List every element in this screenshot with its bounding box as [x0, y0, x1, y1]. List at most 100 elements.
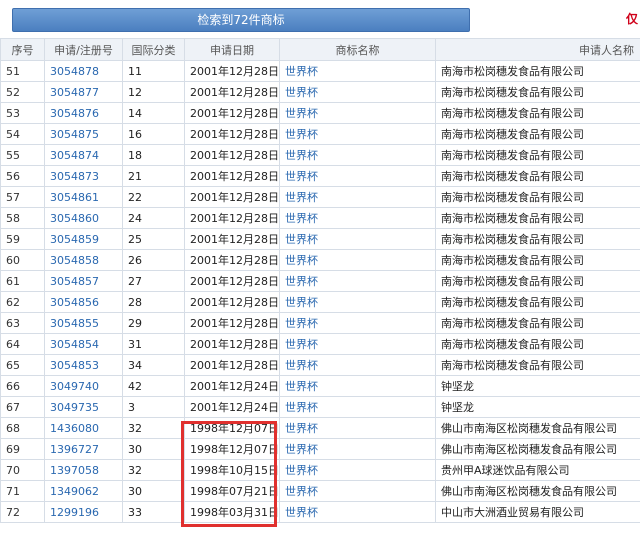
- row-index: 52: [0, 81, 45, 103]
- row-index: 54: [0, 123, 45, 145]
- registration-number-link[interactable]: 1436080: [44, 417, 123, 439]
- trademark-name-link[interactable]: 世界杯: [279, 60, 436, 82]
- table-row[interactable]: 57 3054861 22 2001年12月28日 世界杯 南海市松岗穗发食品有限公司: [0, 186, 640, 208]
- trademark-name-link[interactable]: 世界杯: [279, 501, 436, 523]
- applicant-name: 佛山市南海区松岗穗发食品有限公司: [435, 480, 640, 502]
- table-row[interactable]: 64 3054854 31 2001年12月28日 世界杯 南海市松岗穗发食品有限公司: [0, 333, 640, 355]
- table-row[interactable]: 65 3054853 34 2001年12月28日 世界杯 南海市松岗穗发食品有限公司: [0, 354, 640, 376]
- registration-number-link[interactable]: 3054874: [44, 144, 123, 166]
- registration-number-link[interactable]: 3054875: [44, 123, 123, 145]
- registration-number-link[interactable]: 3054860: [44, 207, 123, 229]
- trademark-name-link[interactable]: 世界杯: [279, 375, 436, 397]
- col-header-mark-name[interactable]: 商标名称: [279, 38, 436, 61]
- applicant-name: 南海市松岗穗发食品有限公司: [435, 165, 640, 187]
- applicant-name: 南海市松岗穗发食品有限公司: [435, 354, 640, 376]
- registration-number-link[interactable]: 3054854: [44, 333, 123, 355]
- registration-number-link[interactable]: 1299196: [44, 501, 123, 523]
- table-row[interactable]: 70 1397058 32 1998年10月15日 世界杯 贵州甲A球迷饮品有限公司: [0, 459, 640, 481]
- registration-number-link[interactable]: 3054859: [44, 228, 123, 250]
- application-date: 2001年12月28日: [184, 165, 280, 187]
- trademark-name-link[interactable]: 世界杯: [279, 333, 436, 355]
- registration-number-link[interactable]: 3054853: [44, 354, 123, 376]
- application-date: 1998年12月07日: [184, 417, 280, 439]
- registration-number-link[interactable]: 3049740: [44, 375, 123, 397]
- col-header-reg-no[interactable]: 申请/注册号: [44, 38, 123, 61]
- trademark-name-link[interactable]: 世界杯: [279, 81, 436, 103]
- application-date: 2001年12月28日: [184, 312, 280, 334]
- trademark-name-link[interactable]: 世界杯: [279, 144, 436, 166]
- applicant-name: 南海市松岗穗发食品有限公司: [435, 270, 640, 292]
- trademark-name-link[interactable]: 世界杯: [279, 438, 436, 460]
- registration-number-link[interactable]: 3054877: [44, 81, 123, 103]
- table-row[interactable]: 51 3054878 11 2001年12月28日 世界杯 南海市松岗穗发食品有限公司: [0, 60, 640, 82]
- table-row[interactable]: 66 3049740 42 2001年12月24日 世界杯 钟坚龙: [0, 375, 640, 397]
- trademark-name-link[interactable]: 世界杯: [279, 354, 436, 376]
- row-index: 51: [0, 60, 45, 82]
- application-date: 2001年12月28日: [184, 144, 280, 166]
- col-header-date[interactable]: 申请日期: [184, 38, 280, 61]
- registration-number-link[interactable]: 1349062: [44, 480, 123, 502]
- registration-number-link[interactable]: 3049735: [44, 396, 123, 418]
- trademark-name-link[interactable]: 世界杯: [279, 459, 436, 481]
- table-row[interactable]: 63 3054855 29 2001年12月28日 世界杯 南海市松岗穗发食品有限公司: [0, 312, 640, 334]
- trademark-name-link[interactable]: 世界杯: [279, 480, 436, 502]
- search-result-button[interactable]: 检索到72件商标: [12, 8, 470, 32]
- trademark-name-link[interactable]: 世界杯: [279, 228, 436, 250]
- row-index: 58: [0, 207, 45, 229]
- registration-number-link[interactable]: 3054855: [44, 312, 123, 334]
- class-number: 30: [122, 480, 185, 502]
- table-row[interactable]: 61 3054857 27 2001年12月28日 世界杯 南海市松岗穗发食品有限公司: [0, 270, 640, 292]
- col-header-class[interactable]: 国际分类: [122, 38, 185, 61]
- trademark-name-link[interactable]: 世界杯: [279, 123, 436, 145]
- row-index: 69: [0, 438, 45, 460]
- applicant-name: 南海市松岗穗发食品有限公司: [435, 291, 640, 313]
- applicant-name: 南海市松岗穗发食品有限公司: [435, 249, 640, 271]
- table-body: 51 3054878 11 2001年12月28日 世界杯 南海市松岗穗发食品有限公司 52…: [0, 60, 640, 523]
- applicant-name: 钟坚龙: [435, 396, 640, 418]
- table-row[interactable]: 56 3054873 21 2001年12月28日 世界杯 南海市松岗穗发食品有限公司: [0, 165, 640, 187]
- trademark-name-link[interactable]: 世界杯: [279, 396, 436, 418]
- registration-number-link[interactable]: 3054856: [44, 291, 123, 313]
- trademark-name-link[interactable]: 世界杯: [279, 165, 436, 187]
- trademark-name-link[interactable]: 世界杯: [279, 249, 436, 271]
- table-row[interactable]: 54 3054875 16 2001年12月28日 世界杯 南海市松岗穗发食品有限公司: [0, 123, 640, 145]
- table-row[interactable]: 62 3054856 28 2001年12月28日 世界杯 南海市松岗穗发食品有限公司: [0, 291, 640, 313]
- row-index: 61: [0, 270, 45, 292]
- registration-number-link[interactable]: 3054878: [44, 60, 123, 82]
- applicant-name: 中山市大洲酒业贸易有限公司: [435, 501, 640, 523]
- table-row[interactable]: 53 3054876 14 2001年12月28日 世界杯 南海市松岗穗发食品有限公司: [0, 102, 640, 124]
- application-date: 2001年12月24日: [184, 396, 280, 418]
- table-row[interactable]: 59 3054859 25 2001年12月28日 世界杯 南海市松岗穗发食品有限公司: [0, 228, 640, 250]
- col-header-applicant[interactable]: 申请人名称: [435, 38, 640, 61]
- trademark-name-link[interactable]: 世界杯: [279, 270, 436, 292]
- table-row[interactable]: 71 1349062 30 1998年07月21日 世界杯 佛山市南海区松岗穗发食品有限公…: [0, 480, 640, 502]
- table-row[interactable]: 67 3049735 3 2001年12月24日 世界杯 钟坚龙: [0, 396, 640, 418]
- registration-number-link[interactable]: 1397058: [44, 459, 123, 481]
- table-row[interactable]: 55 3054874 18 2001年12月28日 世界杯 南海市松岗穗发食品有限公司: [0, 144, 640, 166]
- applicant-name: 南海市松岗穗发食品有限公司: [435, 228, 640, 250]
- row-index: 60: [0, 249, 45, 271]
- registration-number-link[interactable]: 3054858: [44, 249, 123, 271]
- table-row[interactable]: 58 3054860 24 2001年12月28日 世界杯 南海市松岗穗发食品有限公司: [0, 207, 640, 229]
- registration-number-link[interactable]: 3054857: [44, 270, 123, 292]
- trademark-name-link[interactable]: 世界杯: [279, 417, 436, 439]
- trademark-name-link[interactable]: 世界杯: [279, 102, 436, 124]
- class-number: 30: [122, 438, 185, 460]
- table-row[interactable]: 72 1299196 33 1998年03月31日 世界杯 中山市大洲酒业贸易有限公司: [0, 501, 640, 523]
- table-row[interactable]: 52 3054877 12 2001年12月28日 世界杯 南海市松岗穗发食品有限公司: [0, 81, 640, 103]
- table-row[interactable]: 60 3054858 26 2001年12月28日 世界杯 南海市松岗穗发食品有限公司: [0, 249, 640, 271]
- trademark-name-link[interactable]: 世界杯: [279, 207, 436, 229]
- col-header-index[interactable]: 序号: [0, 38, 45, 61]
- table-row[interactable]: 68 1436080 32 1998年12月07日 世界杯 佛山市南海区松岗穗发食品有限公…: [0, 417, 640, 439]
- applicant-name: 贵州甲A球迷饮品有限公司: [435, 459, 640, 481]
- registration-number-link[interactable]: 1396727: [44, 438, 123, 460]
- registration-number-link[interactable]: 3054876: [44, 102, 123, 124]
- applicant-name: 南海市松岗穗发食品有限公司: [435, 144, 640, 166]
- trademark-name-link[interactable]: 世界杯: [279, 186, 436, 208]
- trademark-name-link[interactable]: 世界杯: [279, 312, 436, 334]
- registration-number-link[interactable]: 3054861: [44, 186, 123, 208]
- application-date: 1998年07月21日: [184, 480, 280, 502]
- registration-number-link[interactable]: 3054873: [44, 165, 123, 187]
- table-row[interactable]: 69 1396727 30 1998年12月07日 世界杯 佛山市南海区松岗穗发食品有限公…: [0, 438, 640, 460]
- trademark-name-link[interactable]: 世界杯: [279, 291, 436, 313]
